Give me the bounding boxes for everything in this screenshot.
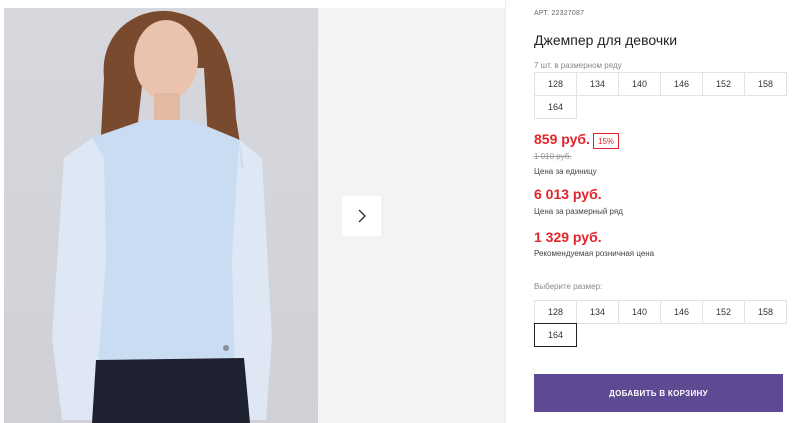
size-row-item: 134: [576, 72, 619, 96]
chevron-right-icon: [358, 209, 366, 223]
old-price: 1 010 руб.: [534, 152, 572, 161]
discount-badge: 15%: [593, 133, 620, 149]
size-picker: 128 134 140 146 152 158 164: [534, 300, 787, 347]
product-title: Джемпер для девочки: [534, 32, 678, 48]
unit-price-caption: Цена за единицу: [534, 167, 597, 176]
size-row-count: 7 шт. в размерном ряду: [534, 61, 622, 70]
size-picker-label: Выберите размер:: [534, 282, 603, 291]
size-row-item: 158: [744, 72, 787, 96]
retail-price-caption: Рекомендуемая розничная цена: [534, 249, 655, 258]
size-option[interactable]: 134: [576, 300, 619, 324]
size-option[interactable]: 128: [534, 300, 577, 324]
size-row-item: 140: [618, 72, 661, 96]
next-image-button[interactable]: [342, 196, 381, 236]
size-row-list: 128 134 140 146 152 158 164: [534, 72, 787, 119]
add-to-cart-button[interactable]: ДОБАВИТЬ В КОРЗИНУ: [534, 374, 783, 412]
row-price: 6 013 руб.: [534, 186, 602, 202]
retail-price: 1 329 руб.: [534, 229, 602, 245]
product-photo[interactable]: [4, 8, 318, 423]
row-price-caption: Цена за размерный ряд: [534, 207, 623, 216]
size-option[interactable]: 146: [660, 300, 703, 324]
product-gallery: [0, 0, 505, 423]
size-row-item: 164: [534, 95, 577, 119]
product-photo-illustration: [52, 10, 272, 423]
size-option[interactable]: 158: [744, 300, 787, 324]
size-option[interactable]: 152: [702, 300, 745, 324]
size-row-item: 152: [702, 72, 745, 96]
product-sku: АРТ. 22327087: [534, 10, 585, 17]
panel-divider: [505, 0, 506, 423]
size-option[interactable]: 140: [618, 300, 661, 324]
unit-price: 859 руб.: [534, 131, 590, 147]
size-option-selected[interactable]: 164: [534, 323, 577, 347]
size-row-item: 128: [534, 72, 577, 96]
size-row-item: 146: [660, 72, 703, 96]
